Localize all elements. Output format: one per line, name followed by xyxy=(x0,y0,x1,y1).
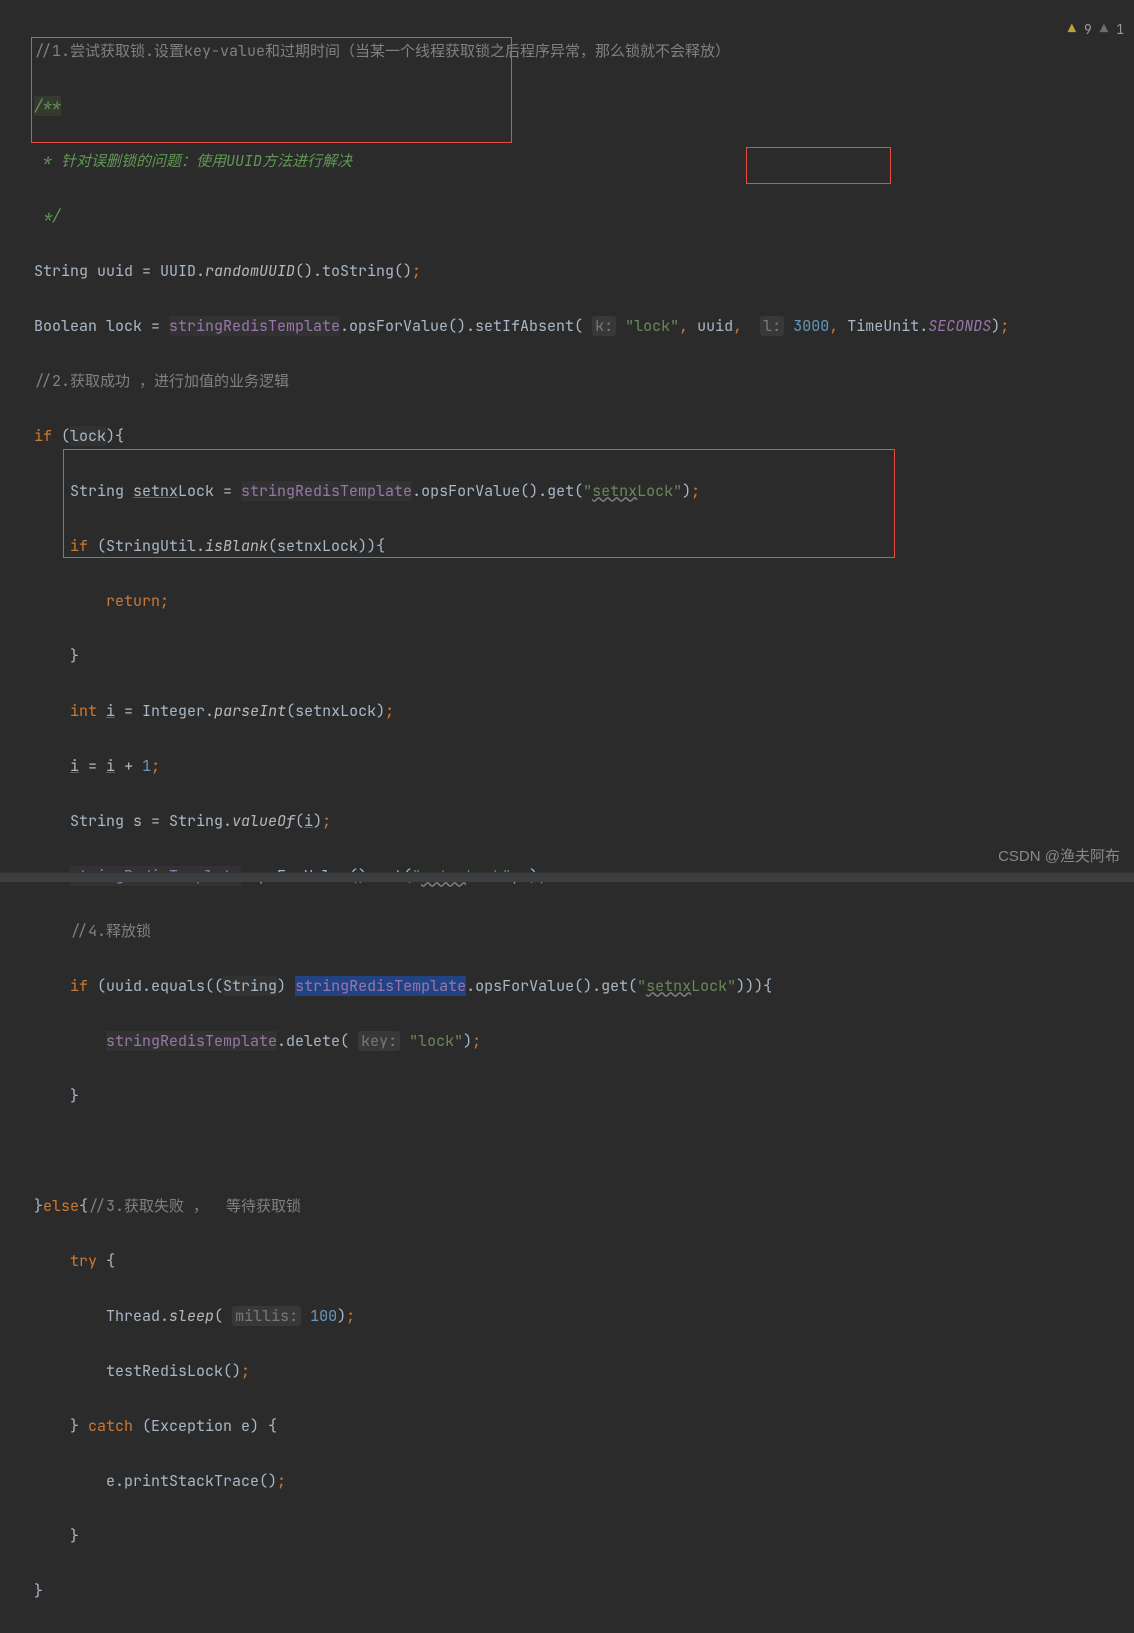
code-line xyxy=(34,1138,1134,1166)
code-line: testRedisLock(); xyxy=(34,1358,1134,1386)
status-bar xyxy=(0,872,1134,882)
code-line: //4.释放锁 xyxy=(34,918,1134,946)
code-line: return; xyxy=(34,588,1134,616)
code-line: /** xyxy=(34,93,1134,121)
code-line: //2.获取成功 ，进行加值的业务逻辑 xyxy=(34,368,1134,396)
code-line: }else{//3.获取失败 ， 等待获取锁 xyxy=(34,1193,1134,1221)
code-line: String uuid = UUID.randomUUID().toString… xyxy=(34,258,1134,286)
code-line: stringRedisTemplate.delete( key: "lock")… xyxy=(34,1028,1134,1056)
code-line: Boolean lock = stringRedisTemplate.opsFo… xyxy=(34,313,1134,341)
code-line: } xyxy=(34,1578,1134,1606)
code-line: */ xyxy=(34,203,1134,231)
code-editor[interactable]: //1.尝试获取锁.设置key-value和过期时间（当某一个线程获取锁之后程序… xyxy=(0,10,1134,852)
code-line: Thread.sleep( millis: 100); xyxy=(34,1303,1134,1331)
code-line: * 针对误删锁的问题：使用UUID方法进行解决 xyxy=(34,148,1134,176)
warning-icon: ▲ xyxy=(1068,16,1076,44)
code-line: } xyxy=(34,1523,1134,1551)
weak-warning-icon: ▲ xyxy=(1100,16,1108,44)
code-line: //1.尝试获取锁.设置key-value和过期时间（当某一个线程获取锁之后程序… xyxy=(34,38,1134,66)
code-line: if (lock){ xyxy=(34,423,1134,451)
warning-count: 9 xyxy=(1084,16,1092,44)
code-line: if (uuid.equals((String) stringRedisTemp… xyxy=(34,973,1134,1001)
code-line: } xyxy=(34,643,1134,671)
weak-warning-count: 1 xyxy=(1116,16,1124,44)
code-line: try { xyxy=(34,1248,1134,1276)
problems-indicator[interactable]: ▲ 9 ▲ 1 xyxy=(1068,16,1124,44)
code-line: } catch (Exception e) { xyxy=(34,1413,1134,1441)
watermark: CSDN @渔夫阿布 xyxy=(998,843,1120,871)
code-line: e.printStackTrace(); xyxy=(34,1468,1134,1496)
code-line: String s = String.valueOf(i); xyxy=(34,808,1134,836)
code-line: i = i + 1; xyxy=(34,753,1134,781)
code-line: } xyxy=(34,1083,1134,1111)
code-line: String setnxLock = stringRedisTemplate.o… xyxy=(34,478,1134,506)
code-line: if (StringUtil.isBlank(setnxLock)){ xyxy=(34,533,1134,561)
code-line: int i = Integer.parseInt(setnxLock); xyxy=(34,698,1134,726)
